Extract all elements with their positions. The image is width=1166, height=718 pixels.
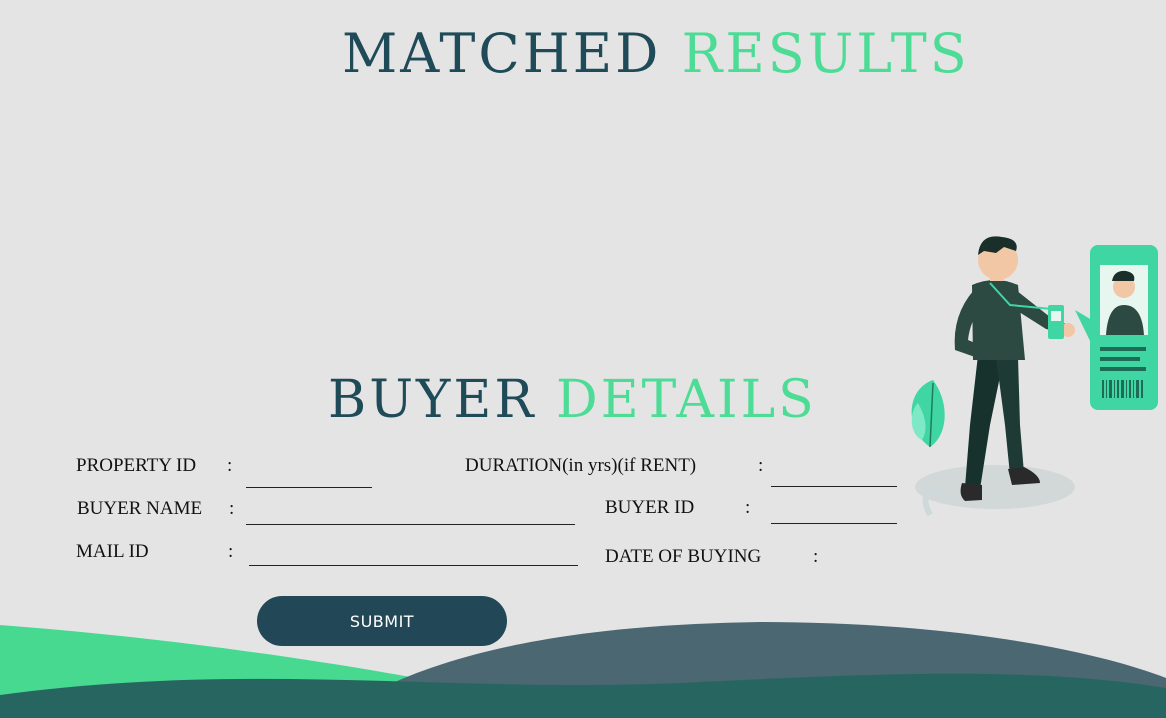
date-of-buying-label: DATE OF BUYING [605, 546, 762, 567]
date-of-buying-colon: : [813, 546, 819, 567]
buyer-name-input[interactable] [246, 502, 575, 525]
form-title-green: DETAILS [556, 370, 817, 430]
person-holding-id-card-icon [911, 236, 1158, 517]
buyer-id-input[interactable] [771, 501, 897, 524]
duration-input[interactable] [771, 464, 897, 487]
form-title-dark: BUYER [328, 370, 537, 430]
submit-button[interactable]: SUBMIT [257, 596, 507, 646]
property-id-input[interactable] [246, 465, 372, 488]
buyer-id-colon: : [745, 497, 751, 518]
mail-id-label: MAIL ID [76, 541, 149, 562]
buyer-id-label: BUYER ID [605, 497, 695, 518]
page-title: MATCHED RESULTS [342, 22, 970, 85]
mail-id-colon: : [228, 541, 234, 562]
decorative-waves [0, 622, 1166, 718]
duration-colon: : [758, 455, 764, 476]
buyer-name-label: BUYER NAME [77, 498, 203, 519]
duration-label: DURATION(in yrs)(if RENT) [465, 455, 697, 476]
form-title: BUYER DETAILS [328, 370, 817, 430]
property-id-colon: : [227, 455, 233, 476]
buyer-name-colon: : [229, 498, 235, 519]
page-title-dark: MATCHED [342, 22, 662, 85]
page-title-green: RESULTS [681, 22, 970, 85]
property-id-label: PROPERTY ID [76, 455, 197, 476]
mail-id-input[interactable] [249, 543, 578, 566]
